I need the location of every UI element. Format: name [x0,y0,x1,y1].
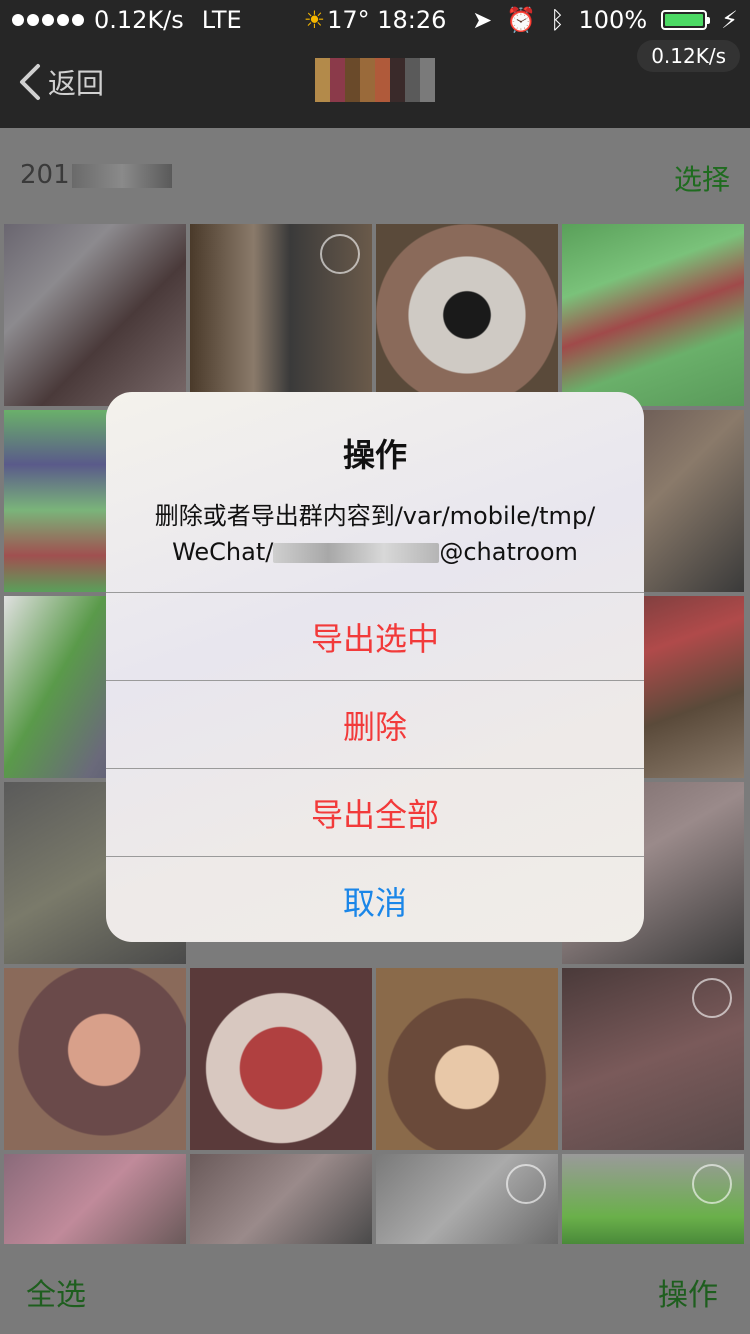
back-button[interactable]: 返回 [18,62,104,102]
bottom-toolbar: 全选 操作 [0,1244,750,1334]
photo-thumbnail[interactable] [376,1154,558,1244]
status-bar: 0.12K/s LTE ☀17° 18:26 ➤ ⏰ ᛒ 100% ⚡ [0,0,750,40]
alert-message-line2: WeChat/@chatroom [172,538,578,566]
alert-message-line1: 删除或者导出群内容到/var/mobile/tmp/ [154,502,596,530]
chevron-left-icon [20,64,40,100]
export-selected-button[interactable]: 导出选中 [106,592,644,680]
action-alert-dialog: 操作 删除或者导出群内容到/var/mobile/tmp/ WeChat/@ch… [106,392,644,942]
alert-message: 删除或者导出群内容到/var/mobile/tmp/ WeChat/@chatr… [106,498,644,570]
photo-thumbnail[interactable] [562,224,744,406]
photo-thumbnail[interactable] [562,1154,744,1244]
photo-thumbnail[interactable] [190,224,372,406]
photo-thumbnail[interactable] [4,968,186,1150]
alarm-icon: ⏰ [506,6,537,34]
select-circle-icon[interactable] [692,978,732,1018]
clock: 18:26 [377,6,447,34]
action-button[interactable]: 操作 [658,1270,718,1314]
photo-thumbnail[interactable] [4,1154,186,1244]
page-title-redacted [315,58,435,102]
delete-button[interactable]: 删除 [106,680,644,768]
speed-indicator: 0.12K/s [637,40,740,72]
back-label: 返回 [48,67,105,100]
alert-header: 操作 删除或者导出群内容到/var/mobile/tmp/ WeChat/@ch… [106,392,644,592]
battery-percent: 100% [578,6,648,34]
redacted-date [71,163,172,188]
select-circle-icon[interactable] [506,1164,546,1204]
select-circle-icon[interactable] [692,1164,732,1204]
photo-thumbnail[interactable] [4,224,186,406]
bluetooth-icon: ᛒ [550,6,565,34]
temperature: 17° [327,6,370,34]
section-header: 201 选择 [0,128,750,224]
photo-thumbnail[interactable] [562,968,744,1150]
charging-icon: ⚡ [721,6,738,34]
select-all-button[interactable]: 全选 [26,1270,86,1314]
status-right: ➤ ⏰ ᛒ 100% ⚡ [472,6,738,34]
export-all-button[interactable]: 导出全部 [106,768,644,856]
battery-icon [661,10,711,30]
photo-thumbnail[interactable] [376,968,558,1150]
location-arrow-icon: ➤ [472,6,493,34]
redacted-chatroom-id [273,543,440,563]
sun-icon: ☀ [303,6,326,34]
select-button[interactable]: 选择 [674,158,730,198]
photo-thumbnail[interactable] [376,224,558,406]
alert-title: 操作 [342,436,407,474]
select-circle-icon[interactable] [320,234,360,274]
photo-thumbnail[interactable] [190,968,372,1150]
cancel-button[interactable]: 取消 [106,856,644,942]
photo-thumbnail[interactable] [190,1154,372,1244]
section-date: 201 [20,160,172,190]
